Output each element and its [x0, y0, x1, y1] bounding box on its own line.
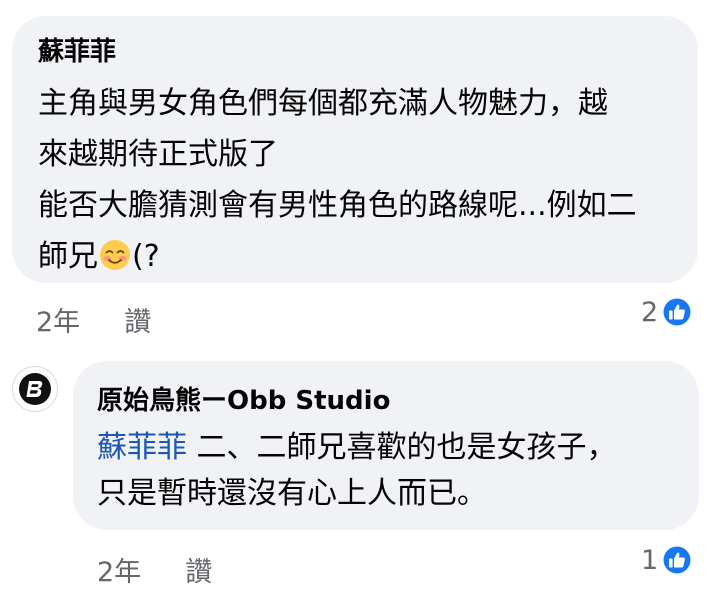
comment-thread: 蘇菲菲 主角與男女角色們每個都充滿人物魅力，越 來越期待正式版了 能否大膽猜測會… — [0, 0, 723, 606]
reply-line-1-text: 二、二師兄喜歡的也是女孩子， — [187, 430, 617, 465]
reply-like-button[interactable]: 讚 — [185, 550, 212, 589]
comment-line-4-start: 師兄 — [38, 239, 98, 274]
reply-line-1: 蘇菲菲 二、二師兄喜歡的也是女孩子， — [97, 425, 675, 471]
comment-reactions[interactable]: 2 — [641, 296, 693, 328]
reply-reactions[interactable]: 1 — [641, 544, 693, 576]
reply-line-2: 只是暫時還沒有心上人而已。 — [97, 476, 487, 511]
comment-line-1: 主角與男女角色們每個都充滿人物魅力，越 — [38, 86, 608, 121]
reply-avatar[interactable] — [12, 366, 58, 412]
reply-text: 蘇菲菲 二、二師兄喜歡的也是女孩子， 只是暫時還沒有心上人而已。 — [97, 425, 675, 517]
comment-text: 主角與男女角色們每個都充滿人物魅力，越 來越期待正式版了 能否大膽猜測會有男性角… — [38, 78, 672, 282]
comment-like-button[interactable]: 讚 — [124, 300, 151, 339]
comment-line-3: 能否大膽猜測會有男性角色的路線呢...例如二 — [38, 188, 637, 223]
comment-timestamp[interactable]: 2年 — [36, 300, 80, 339]
thumbs-up-reaction-icon — [661, 544, 693, 576]
reply-bubble: 原始鳥熊ーObb Studio 蘇菲菲 二、二師兄喜歡的也是女孩子， 只是暫時還… — [73, 361, 699, 530]
reply-timestamp[interactable]: 2年 — [97, 550, 141, 589]
comment-author[interactable]: 蘇菲菲 — [38, 34, 672, 70]
reply-meta: 2年 讚 — [97, 550, 212, 589]
comment-line-2: 來越期待正式版了 — [38, 137, 278, 172]
smiling-face-emoji-icon — [100, 240, 130, 270]
reply-mention-link[interactable]: 蘇菲菲 — [97, 430, 187, 465]
comment-bubble: 蘇菲菲 主角與男女角色們每個都充滿人物魅力，越 來越期待正式版了 能否大膽猜測會… — [12, 16, 698, 283]
thumbs-up-reaction-icon — [661, 296, 693, 328]
comment-reaction-count: 2 — [641, 296, 659, 328]
reply-reaction-count: 1 — [641, 544, 659, 576]
comment-line-4-end: (? — [132, 239, 160, 274]
obb-studio-logo-icon — [19, 373, 51, 405]
comment-line-4: 師兄 (? — [38, 231, 672, 282]
comment-meta: 2年 讚 — [36, 300, 151, 339]
reply-author[interactable]: 原始鳥熊ーObb Studio — [97, 383, 675, 419]
